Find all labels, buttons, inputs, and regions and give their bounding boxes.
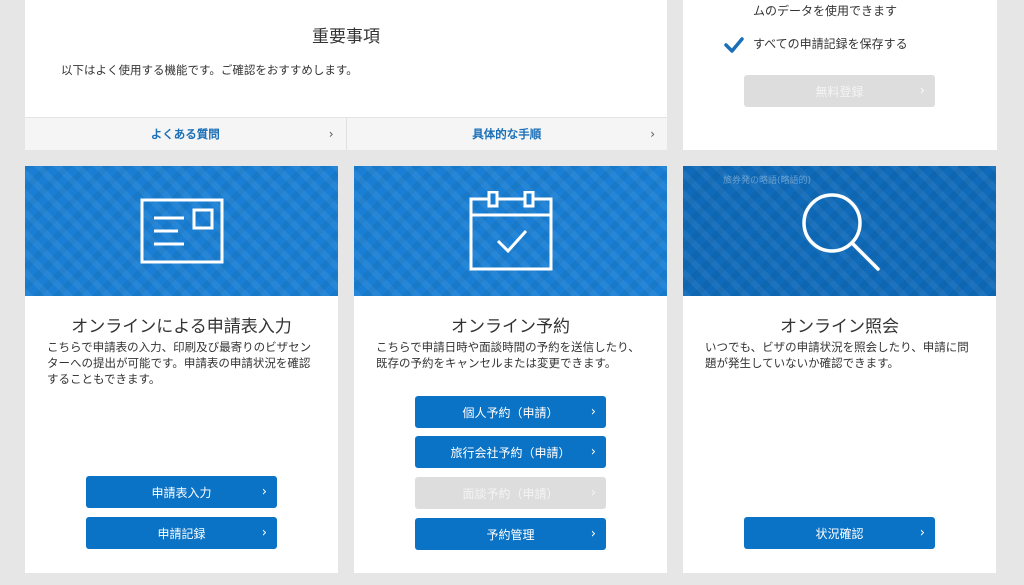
chevron-right-icon: › [590,526,596,542]
interview-reservation-button[interactable]: 面談予約（申請） › [415,477,606,509]
faq-link-label: よくある質問 [150,127,220,141]
chevron-right-icon: › [261,484,267,500]
card-title: オンライン予約 [451,317,570,337]
chevron-right-icon: › [650,127,655,141]
application-form-input-button[interactable]: 申請表入力 › [86,476,277,508]
register-panel: ムのデータを使用できます すべての申請記録を保存する 無料登録 › [683,0,997,150]
card-banner: 旅券発の略語(略語的) [683,166,996,296]
register-benefit-2: すべての申請記録を保存する [753,37,908,51]
button-label: 個人予約（申請） [462,405,559,420]
card-online-application: オンラインによる申請表入力 こちらで申請表の入力、印刷及び最寄りのビザセンターへ… [25,166,338,573]
card-description: いつでも、ビザの申請状況を照会したり、申請に問題が発生していないか確認できます。 [705,340,969,370]
faq-link[interactable]: よくある質問 › [25,118,346,150]
button-label: 旅行会社予約（申請） [450,445,571,460]
notice-title: 重要事項 [312,27,380,47]
search-icon [801,193,880,271]
banner-tag: 旅券発の略語(略語的) [723,176,812,186]
chevron-right-icon: › [919,525,925,541]
procedure-link[interactable]: 具体的な手順 › [345,118,668,150]
card-title: オンライン照会 [780,317,899,337]
notice-description: 以下はよく使用する機能です。ご確認をおすすめします。 [61,63,358,77]
reservation-management-button[interactable]: 予約管理 › [415,518,606,550]
button-label: 面談予約（申請） [462,486,559,501]
chevron-right-icon: › [590,444,596,460]
status-check-button[interactable]: 状況確認 › [744,517,935,549]
application-records-button[interactable]: 申請記録 › [86,517,277,549]
calendar-check-icon [469,191,552,271]
chevron-right-icon: › [261,525,267,541]
card-online-reservation: オンライン予約 こちらで申請日時や面談時間の予約を送信したり、既存の予約をキャン… [354,166,667,573]
procedure-link-label: 具体的な手順 [472,127,542,141]
button-label: 申請表入力 [151,485,212,500]
chevron-right-icon: › [590,404,596,420]
button-label: 状況確認 [815,526,864,541]
checkmark-icon [724,37,744,53]
card-banner [25,166,338,296]
free-register-button[interactable]: 無料登録 › [744,75,935,107]
card-description: こちらで申請表の入力、印刷及び最寄りのビザセンターへの提出が可能です。申請表の申… [47,340,312,386]
notice-links: よくある質問 › 具体的な手順 › [25,117,667,150]
card-banner [354,166,667,296]
application-form-icon [140,198,223,264]
important-notice-panel: 重要事項 以下はよく使用する機能です。ご確認をおすすめします。 よくある質問 ›… [25,0,667,150]
card-title: オンラインによる申請表入力 [71,317,292,337]
register-benefit-1: ムのデータを使用できます [753,4,898,18]
travel-agency-reservation-button[interactable]: 旅行会社予約（申請） › [415,436,606,468]
free-register-label: 無料登録 [815,84,864,99]
chevron-right-icon: › [919,83,925,99]
button-label: 申請記録 [157,526,206,541]
chevron-right-icon: › [590,485,596,501]
card-online-inquiry: 旅券発の略語(略語的) オンライン照会 いつでも、ビザの申請状況を照会したり、申… [683,166,996,573]
individual-reservation-button[interactable]: 個人予約（申請） › [415,396,606,428]
card-description: こちらで申請日時や面談時間の予約を送信したり、既存の予約をキャンセルまたは変更で… [376,340,640,370]
button-label: 予約管理 [486,527,535,542]
chevron-right-icon: › [328,127,334,141]
